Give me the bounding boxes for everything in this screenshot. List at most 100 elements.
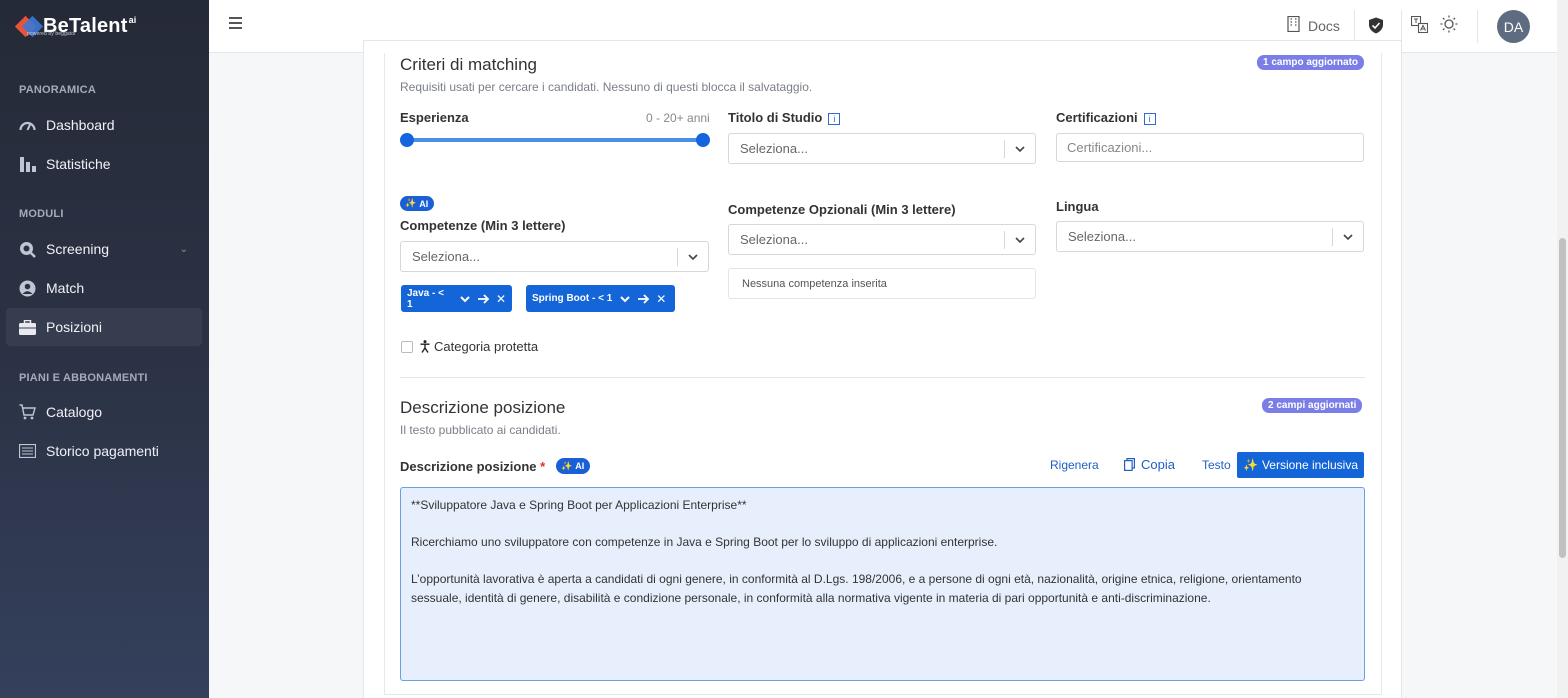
required-mark: * — [540, 459, 546, 474]
gauge-icon — [19, 117, 36, 134]
titolo-studio-label: Titolo di Studio i — [728, 110, 841, 125]
matching-title: Criteri di matching — [400, 55, 537, 74]
select-placeholder: Seleziona... — [412, 249, 480, 264]
ai-badge: ✨ AI — [556, 458, 591, 474]
testo-button[interactable]: Testo — [1202, 458, 1231, 472]
docs-label: Docs — [1308, 17, 1340, 34]
section-piani: PIANI E ABBONAMENTI — [19, 372, 148, 384]
select-placeholder: Seleziona... — [740, 232, 808, 247]
chevron-down-icon — [1015, 237, 1025, 244]
arrow-right-icon[interactable] — [638, 293, 650, 304]
categoria-protetta-label[interactable]: Categoria protetta — [420, 339, 538, 354]
chevron-down-icon — [688, 254, 698, 261]
lingua-select[interactable]: Seleziona... — [1056, 221, 1364, 252]
briefcase-icon — [19, 319, 36, 336]
menu-icon[interactable] — [229, 17, 242, 29]
shield-icon[interactable] — [1367, 16, 1385, 34]
select-placeholder: Seleziona... — [740, 141, 808, 156]
sidebar-item-label: Statistiche — [46, 156, 111, 172]
user-circle-icon — [19, 280, 36, 297]
competenze-label: Competenze (Min 3 lettere) — [400, 218, 566, 233]
button-label: Versione inclusiva — [1261, 458, 1358, 472]
page-scrollbar[interactable] — [1557, 0, 1568, 698]
descrizione-subtitle: Il testo pubblicato ai candidati. — [400, 423, 561, 437]
descrizione-paragraph: **Sviluppatore Java e Spring Boot per Ap… — [411, 498, 747, 512]
sidebar-item-statistiche[interactable]: Statistiche — [6, 145, 202, 183]
certificazioni-input[interactable]: Certificazioni... — [1056, 133, 1364, 162]
sparkle-icon: ✨ — [1242, 458, 1258, 472]
section-moduli: MODULI — [19, 208, 64, 220]
experience-slider[interactable] — [407, 138, 703, 142]
sun-icon[interactable] — [1440, 15, 1458, 33]
versione-inclusiva-button[interactable]: ✨ Versione inclusiva — [1237, 452, 1364, 478]
sidebar-item-label: Catalogo — [46, 404, 103, 420]
sidebar-item-label: Match — [46, 280, 85, 296]
info-icon[interactable]: i — [828, 113, 841, 125]
avatar[interactable]: DA — [1497, 10, 1530, 43]
select-placeholder: Seleziona... — [1068, 229, 1136, 244]
copia-button[interactable]: Copia — [1124, 457, 1175, 472]
titolo-studio-select[interactable]: Seleziona... — [728, 133, 1036, 164]
certificazioni-label: Certificazioni i — [1056, 110, 1156, 125]
experience-range: 0 - 20+ anni — [646, 111, 710, 125]
experience-label: Esperienza — [400, 110, 469, 125]
chip-label: Java - < 1 — [407, 287, 444, 310]
chevron-down-icon[interactable] — [620, 295, 630, 303]
translate-icon[interactable] — [1410, 15, 1428, 33]
competenze-select[interactable]: Seleziona... — [400, 241, 709, 272]
sidebar-item-screening[interactable]: Screening ⌄ — [6, 230, 202, 268]
scrollbar-thumb[interactable] — [1559, 238, 1566, 558]
copia-label: Copia — [1141, 457, 1175, 472]
competenze-opzionali-empty: Nessuna competenza inserita — [728, 268, 1036, 299]
info-icon[interactable]: i — [1143, 113, 1156, 125]
sidebar-item-label: Dashboard — [46, 117, 115, 133]
sidebar-item-storico-pagamenti[interactable]: Storico pagamenti — [6, 432, 202, 470]
section-divider — [400, 377, 1365, 378]
sidebar-item-dashboard[interactable]: Dashboard — [6, 106, 202, 144]
header-divider — [1477, 10, 1478, 43]
arrow-right-icon[interactable] — [477, 293, 490, 304]
brand-tagline: powered by beggator — [27, 31, 76, 37]
building-icon — [1287, 15, 1300, 35]
descrizione-paragraph: Ricerchiamo uno sviluppatore con compete… — [411, 535, 998, 549]
header-divider — [1401, 10, 1402, 43]
section-panoramica: PANORAMICA — [19, 84, 96, 96]
chevron-down-icon — [1343, 234, 1353, 241]
sidebar-item-posizioni[interactable]: Posizioni — [6, 308, 202, 346]
close-icon[interactable]: ✕ — [656, 292, 666, 306]
matching-subtitle: Requisiti usati per cercare i candidati.… — [400, 80, 813, 94]
sidebar-item-label: Storico pagamenti — [46, 443, 159, 459]
experience-slider-max-handle[interactable] — [696, 133, 710, 147]
sidebar-item-catalogo[interactable]: Catalogo — [6, 393, 202, 431]
sparkle-icon: ✨ — [561, 460, 573, 471]
copy-icon — [1124, 458, 1135, 471]
descrizione-textarea[interactable]: **Sviluppatore Java e Spring Boot per Ap… — [400, 487, 1365, 681]
experience-slider-min-handle[interactable] — [400, 133, 414, 147]
sidebar-item-label: Posizioni — [46, 319, 103, 335]
sidebar-item-match[interactable]: Match — [6, 269, 202, 307]
chevron-down-icon[interactable] — [460, 295, 470, 303]
checkbox-text: Categoria protetta — [434, 339, 539, 354]
bar-chart-icon — [19, 156, 36, 173]
cart-icon — [19, 404, 36, 421]
list-icon — [19, 443, 36, 460]
docs-link[interactable]: Docs — [1287, 15, 1340, 35]
chevron-down-icon[interactable]: ⌄ — [180, 244, 188, 255]
matching-updated-badge: 1 campo aggiornato — [1257, 55, 1365, 70]
skill-chip-java[interactable]: Java - < 1 ✕ — [401, 285, 512, 312]
lingua-label: Lingua — [1056, 199, 1099, 214]
skill-chip-spring-boot[interactable]: Spring Boot - < 1 ✕ — [526, 285, 675, 312]
header-divider — [1354, 10, 1355, 43]
descrizione-paragraph: L’opportunità lavorativa è aperta a cand… — [411, 572, 1302, 605]
chip-label: Spring Boot - < 1 — [532, 293, 613, 304]
descrizione-title: Descrizione posizione — [400, 398, 566, 417]
sidebar: BeTalentai powered by beggator PANORAMIC… — [0, 0, 209, 698]
close-icon[interactable]: ✕ — [496, 292, 506, 306]
sparkle-icon: ✨ — [405, 198, 417, 208]
rigenera-button[interactable]: Rigenera — [1050, 458, 1099, 472]
categoria-protetta-checkbox[interactable] — [401, 341, 413, 353]
accessibility-icon — [420, 340, 430, 353]
competenze-opzionali-select[interactable]: Seleziona... — [728, 224, 1036, 255]
descrizione-field-label: Descrizione posizione * — [400, 459, 546, 474]
search-icon — [19, 241, 36, 258]
